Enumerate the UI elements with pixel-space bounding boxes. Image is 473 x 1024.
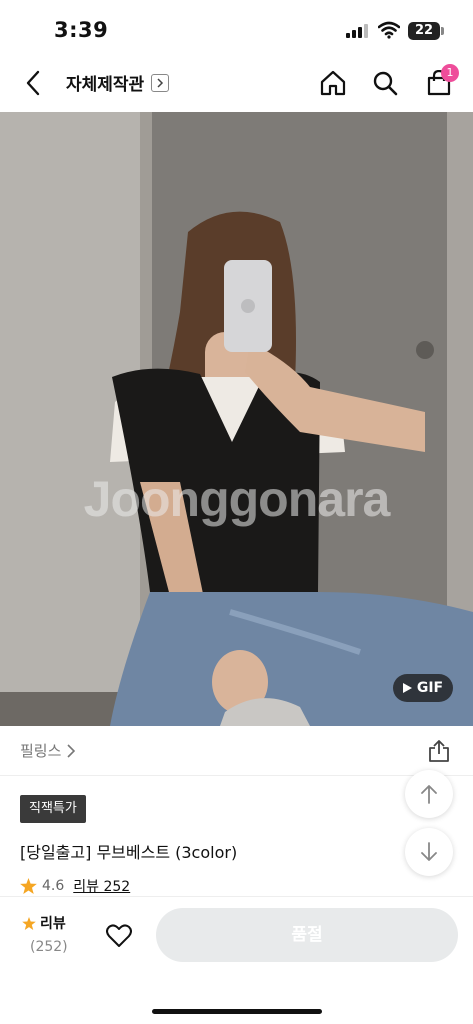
review-summary[interactable]: 리뷰 (252) bbox=[22, 913, 76, 955]
wifi-icon bbox=[378, 21, 400, 39]
review-link[interactable]: 리뷰 252 bbox=[73, 876, 130, 896]
search-button[interactable] bbox=[370, 67, 400, 99]
review-label: 리뷰 bbox=[40, 916, 66, 932]
back-button[interactable] bbox=[18, 66, 48, 100]
cart-count-badge: 1 bbox=[441, 64, 459, 82]
star-icon bbox=[22, 916, 36, 930]
shop-link[interactable]: 자체제작관 bbox=[66, 70, 170, 95]
scroll-up-button[interactable] bbox=[405, 770, 453, 818]
brand-name: 필링스 bbox=[20, 742, 62, 760]
chevron-right-icon bbox=[67, 743, 76, 758]
rating-value: 4.6 bbox=[42, 878, 65, 894]
review-count: (252) bbox=[30, 939, 68, 955]
home-button[interactable] bbox=[318, 67, 348, 99]
wishlist-button[interactable] bbox=[104, 921, 134, 951]
promo-tag: 직잭특가 bbox=[20, 795, 86, 823]
gif-badge[interactable]: GIF bbox=[393, 674, 453, 702]
home-indicator bbox=[152, 1009, 322, 1014]
top-nav: 자체제작관 bbox=[0, 54, 473, 112]
play-icon bbox=[402, 683, 412, 693]
sold-out-button[interactable]: 품절 bbox=[156, 908, 458, 962]
heart-icon bbox=[106, 924, 132, 947]
chevron-left-icon bbox=[26, 70, 40, 96]
status-time: 3:39 bbox=[54, 18, 109, 42]
rating-row: 4.6 리뷰 252 bbox=[20, 876, 130, 896]
signal-icon bbox=[346, 24, 368, 38]
battery-icon: 22 bbox=[408, 22, 440, 40]
status-bar: 3:39 22 bbox=[0, 0, 473, 54]
watermark: Joonggonara bbox=[83, 471, 391, 527]
share-button[interactable] bbox=[426, 738, 452, 764]
search-icon bbox=[373, 71, 398, 96]
brand-row: 필링스 bbox=[0, 726, 473, 776]
arrow-down-icon bbox=[421, 842, 437, 861]
arrow-up-icon bbox=[421, 785, 437, 804]
product-photo bbox=[0, 112, 473, 726]
bottom-action-bar: 리뷰 (252) 품절 bbox=[0, 896, 473, 1024]
scroll-down-button[interactable] bbox=[405, 828, 453, 876]
product-title: [당일출고] 무브베스트 (3color) bbox=[20, 843, 238, 862]
share-icon bbox=[429, 740, 449, 762]
product-image[interactable]: Joonggonara GIF bbox=[0, 112, 473, 726]
battery-tip bbox=[441, 27, 444, 35]
page-title: 자체제작관 bbox=[66, 75, 145, 95]
star-icon bbox=[20, 878, 37, 894]
gif-label: GIF bbox=[416, 680, 444, 696]
brand-link[interactable]: 필링스 bbox=[20, 740, 76, 761]
chevron-right-icon bbox=[151, 73, 170, 92]
home-icon bbox=[320, 70, 346, 96]
